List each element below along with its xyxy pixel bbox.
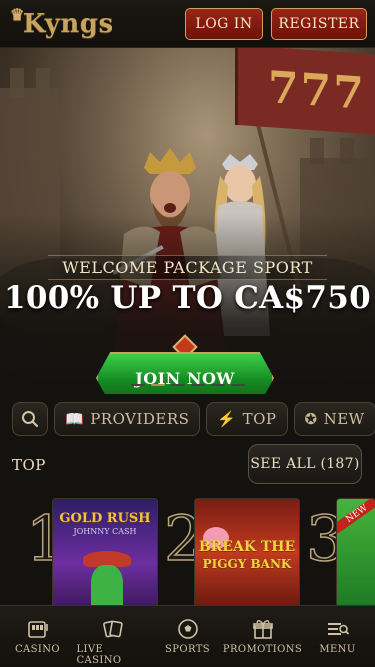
cactus-character-graphic: [91, 565, 123, 606]
join-now-button[interactable]: JOIN NOW: [96, 352, 274, 394]
filter-top[interactable]: ⚡ TOP: [206, 402, 288, 436]
section-title-top: TOP: [12, 456, 46, 474]
nav-label: PROMOTIONS: [222, 644, 303, 655]
nav-sports[interactable]: SPORTS: [152, 618, 224, 655]
football-icon: [177, 618, 199, 640]
star-icon: ✪: [304, 410, 318, 428]
search-button[interactable]: [12, 402, 48, 436]
filter-providers[interactable]: 📖 PROVIDERS: [54, 402, 201, 436]
game-tile-piggy-bank[interactable]: BREAK THE PIGGY BANK: [194, 498, 300, 606]
carousel-dot[interactable]: [210, 384, 225, 386]
auth-buttons: LOG IN REGISTER: [185, 7, 367, 40]
game-tile-third[interactable]: NEW: [336, 498, 375, 606]
lightning-icon: ⚡: [217, 410, 237, 428]
carousel-dot[interactable]: [130, 384, 145, 386]
kyngs-logo[interactable]: ♛ Kyngs: [10, 5, 114, 39]
game-subtitle: JOHNNY CASH: [73, 527, 137, 536]
filter-label: NEW: [323, 410, 365, 428]
promo-subtitle-wrap: WELCOME PACKAGE SPORT: [0, 255, 375, 280]
crown-icon: ♛: [10, 5, 25, 24]
menu-icon: [326, 618, 350, 640]
see-all-button[interactable]: SEE ALL (187): [248, 444, 362, 484]
book-icon: 📖: [65, 410, 85, 428]
top-header: ♛ Kyngs LOG IN REGISTER: [0, 0, 375, 48]
nav-promotions[interactable]: PROMOTIONS: [223, 618, 302, 655]
nav-label: SPORTS: [164, 644, 211, 655]
register-button[interactable]: REGISTER: [271, 7, 367, 40]
banner-777: 777: [235, 48, 375, 136]
game-title: GOLD RUSH: [59, 511, 151, 526]
bottom-navigation: CASINO LIVE CASINO SPORTS PROMOTIONS MEN…: [0, 605, 375, 667]
nav-label: LIVE CASINO: [76, 644, 122, 666]
carousel-dot[interactable]: [230, 384, 245, 386]
nav-menu[interactable]: MENU: [302, 618, 374, 655]
cards-icon: [102, 618, 124, 640]
logo-text: Kyngs: [22, 8, 114, 39]
gift-icon: [252, 618, 274, 640]
nav-casino[interactable]: CASINO: [2, 618, 74, 655]
carousel-dot[interactable]: [190, 384, 205, 386]
filter-label: TOP: [242, 410, 277, 428]
carousel-dot[interactable]: [170, 384, 185, 386]
nav-label: CASINO: [14, 644, 61, 655]
filter-new[interactable]: ✪ NEW: [293, 402, 375, 436]
new-badge: NEW: [337, 499, 375, 536]
nav-label: MENU: [319, 644, 356, 655]
top-games-carousel: 1 GOLD RUSH JOHNNY CASH 2 BREAK THE PIGG…: [0, 496, 375, 606]
filter-label: PROVIDERS: [90, 410, 190, 428]
search-icon: [22, 411, 39, 428]
game-tile-gold-rush[interactable]: GOLD RUSH JOHNNY CASH: [52, 498, 158, 606]
game-title-line1: BREAK THE: [198, 539, 296, 555]
promo-title: 100% UP TO CA$750: [3, 280, 372, 316]
nav-live-casino[interactable]: LIVE CASINO: [77, 618, 149, 666]
category-filter-row: 📖 PROVIDERS ⚡ TOP ✪ NEW: [12, 402, 375, 436]
carousel-indicators: [0, 384, 375, 386]
game-title-line2: PIGGY BANK: [202, 557, 292, 571]
carousel-dot-active[interactable]: [150, 384, 165, 386]
hero-banner[interactable]: 777 WELCOME PACKAGE SPORT 100% UP TO CA$…: [0, 48, 375, 394]
login-button[interactable]: LOG IN: [185, 7, 263, 40]
slot-machine-icon: [27, 618, 49, 640]
promo-subtitle: WELCOME PACKAGE SPORT: [48, 255, 327, 280]
